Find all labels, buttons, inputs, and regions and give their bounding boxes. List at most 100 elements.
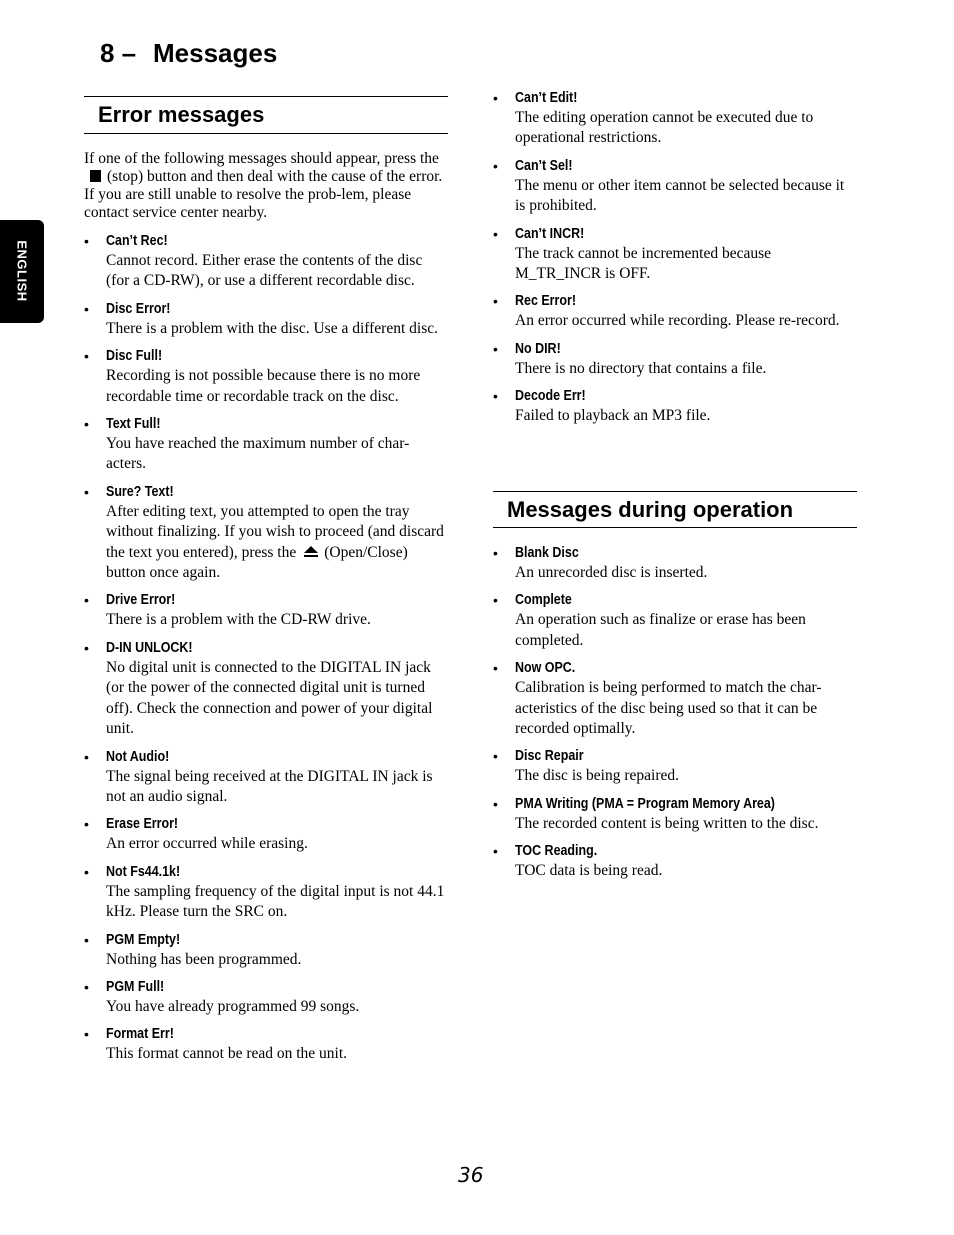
message-desc: An unrecorded disc is inserted.	[515, 564, 708, 581]
chapter-title: 8 – Messages	[100, 38, 277, 69]
bullet: •	[84, 348, 89, 365]
bullet: •	[84, 748, 89, 765]
message-term: Can’t Rec!	[106, 233, 168, 249]
list-item: • Format Err! This format cannot be read o…	[84, 1024, 448, 1064]
error-list-right: • Can’t Edit! The editing operation cannot…	[493, 88, 857, 427]
message-term: Blank Disc	[515, 545, 579, 561]
message-term: Disc Repair	[515, 748, 584, 765]
operation-list: • Blank Disc An unrecorded disc is inserte…	[493, 543, 857, 882]
language-tab-label: ENGLISH	[14, 240, 30, 302]
list-item: • PGM Full! You have already programmed 99…	[84, 977, 448, 1017]
message-term: PGM Empty!	[106, 931, 181, 948]
message-desc: The menu or other item cannot be selecte…	[515, 176, 845, 215]
stop-square-icon	[90, 170, 101, 182]
bullet: •	[493, 592, 498, 609]
list-item: • Disc Full! Recording is not possible bec…	[84, 346, 448, 407]
bullet: •	[493, 340, 498, 357]
message-desc: The recorded content is being written to…	[515, 814, 819, 832]
message-desc: There is a problem with the disc. Use a …	[106, 319, 439, 337]
operation-column: • Blank Disc An unrecorded disc is inserte…	[493, 543, 857, 889]
list-item: • Blank Disc An unrecorded disc is inserte…	[493, 543, 857, 583]
bullet: •	[84, 978, 89, 995]
message-desc: The disc is being repaired.	[515, 767, 679, 785]
page-number: 36	[458, 1163, 484, 1187]
bullet: •	[84, 1026, 89, 1043]
language-tab: ENGLISH	[0, 220, 44, 323]
chapter-number: 8 –	[100, 38, 137, 68]
message-desc: An error occurred while recording. Pleas…	[515, 312, 840, 330]
message-desc: Failed to playback an MP3 file.	[515, 407, 711, 425]
message-term: Not Fs44.1k!	[106, 863, 181, 880]
right-column: • Can’t Edit! The editing operation cannot…	[493, 88, 857, 434]
message-term: Can’t Edit!	[515, 90, 578, 106]
message-term: TOC Reading.	[515, 843, 598, 860]
message-term: PGM Full!	[106, 978, 165, 995]
message-term: Complete	[515, 592, 572, 609]
list-item: • Decode Err! Failed to playback an MP3 fi…	[493, 386, 857, 426]
error-list-left: • Can’t Rec! Cannot record. Either erase t…	[84, 231, 448, 1065]
bullet: •	[493, 748, 498, 765]
message-desc: An error occurred while erasing.	[106, 835, 308, 853]
message-term: Rec Error!	[515, 293, 576, 310]
list-item: • PMA Writing (PMA = Program Memory Area)…	[493, 794, 857, 834]
list-item: • Can’t Rec! Cannot record. Either erase t…	[84, 231, 448, 292]
message-desc: The sampling frequency of the digital in…	[106, 882, 445, 921]
left-column: If one of the following messages should …	[84, 150, 448, 1072]
message-desc: TOC data is being read.	[515, 862, 663, 880]
message-desc: There is a problem with the CD-RW drive.	[106, 611, 371, 629]
eject-icon	[304, 545, 319, 557]
bullet: •	[493, 293, 498, 310]
bullet: •	[84, 233, 89, 249]
list-item: • TOC Reading. TOC data is being read.	[493, 841, 857, 881]
bullet: •	[84, 931, 89, 948]
list-item: • Not Fs44.1k! The sampling frequency of t…	[84, 862, 448, 923]
message-term: Not Audio!	[106, 748, 170, 765]
bullet: •	[493, 388, 498, 405]
list-item: • No DIR! There is no directory that conta…	[493, 339, 857, 379]
bullet: •	[84, 816, 89, 833]
list-item: • Can’t Sel! The menu or other item cannot…	[493, 156, 857, 217]
intro-text-part1: If one of the following messages should …	[84, 150, 439, 167]
bullet: •	[493, 225, 498, 242]
list-item: • PGM Empty! Nothing has been programmed.	[84, 930, 448, 970]
message-term: PMA Writing (PMA = Program Memory Area)	[515, 795, 775, 812]
list-item: • Sure? Text! After editing text, you atte…	[84, 482, 448, 584]
message-desc: Cannot record. Either erase the contents…	[106, 252, 423, 290]
message-desc: Nothing has been programmed.	[106, 950, 302, 968]
bullet: •	[84, 300, 89, 317]
operation-messages-heading: Messages during operation	[493, 491, 857, 528]
bullet: •	[493, 795, 498, 812]
bullet: •	[493, 545, 498, 561]
list-item: • Can’t Edit! The editing operation cannot…	[493, 88, 857, 149]
bullet: •	[84, 483, 89, 500]
bullet: •	[84, 863, 89, 880]
chapter-name: Messages	[153, 38, 278, 68]
bullet: •	[84, 592, 89, 609]
list-item: • Complete An operation such as finalize o…	[493, 590, 857, 651]
message-term: D-IN UNLOCK!	[106, 639, 193, 656]
bullet: •	[493, 660, 498, 677]
message-term: Sure? Text!	[106, 483, 174, 500]
message-term: Disc Full!	[106, 348, 163, 365]
intro-text-part2: (stop) button and then deal with the cau…	[84, 168, 443, 221]
message-term: Can’t Sel!	[515, 157, 573, 174]
list-item: • Text Full! You have reached the maximum …	[84, 414, 448, 475]
bullet: •	[493, 157, 498, 174]
message-desc: The signal being received at the DIGITAL…	[106, 767, 433, 805]
error-messages-heading: Error messages	[84, 96, 448, 134]
message-term: Erase Error!	[106, 816, 179, 833]
message-desc: Recording is not possible because there …	[106, 367, 421, 405]
list-item: • Disc Repair The disc is being repaired.	[493, 746, 857, 786]
list-item: • Erase Error! An error occurred while era…	[84, 814, 448, 854]
message-term: Decode Err!	[515, 388, 586, 405]
message-term: Drive Error!	[106, 592, 176, 609]
bullet: •	[493, 90, 498, 106]
list-item: • D-IN UNLOCK! No digital unit is connecte…	[84, 638, 448, 740]
message-desc: You have already programmed 99 songs.	[106, 997, 360, 1015]
message-desc: The editing operation cannot be executed…	[515, 109, 814, 147]
message-desc: Calibration is being performed to match …	[515, 679, 822, 738]
message-desc: There is no directory that contains a fi…	[515, 359, 767, 377]
message-desc: The track cannot be incremented because …	[515, 244, 772, 283]
bullet: •	[84, 416, 89, 433]
list-item: • Now OPC. Calibration is being performed …	[493, 658, 857, 739]
